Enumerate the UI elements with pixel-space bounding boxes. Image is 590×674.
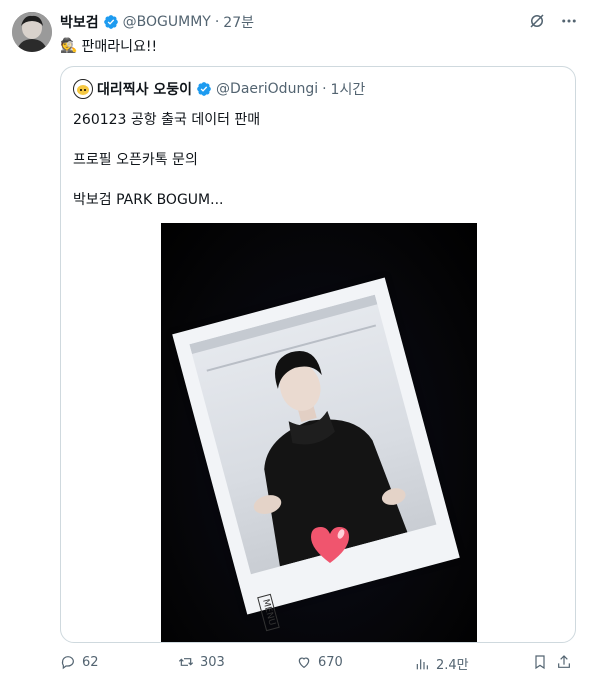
tweet-header: 박보검 @BOGUMMY · 27분 [60, 12, 254, 32]
views-count: 2.4만 [436, 658, 469, 673]
reply-count: 62 [82, 654, 99, 670]
quote-author-name[interactable]: 대리찍사 오둥이 [97, 79, 192, 99]
top-actions [528, 12, 578, 34]
menu-label: MENU [257, 593, 280, 631]
quote-header: 대리찍사 오둥이 @DaeriOdungi · 1시간 [73, 79, 365, 99]
quoted-tweet[interactable]: 대리찍사 오둥이 @DaeriOdungi · 1시간 260123 공항 출국… [60, 66, 576, 643]
share-button[interactable] [556, 654, 572, 670]
retweet-icon [178, 658, 194, 666]
like-icon [298, 657, 310, 669]
tweet-body: 판매라니요!! [81, 39, 158, 55]
tweet-text: 🕵 판매라니요!! [60, 36, 157, 56]
reply-button[interactable]: 62 [60, 654, 99, 670]
heart-sticker [311, 527, 349, 563]
verified-badge-icon [197, 82, 211, 96]
quote-line-2: 프로필 오픈카톡 문의 [73, 152, 198, 168]
separator-dot: · [322, 81, 327, 97]
quote-avatar[interactable] [73, 79, 93, 99]
detective-emoji: 🕵 [60, 38, 78, 54]
more-icon[interactable] [560, 12, 578, 34]
share-icon [558, 655, 570, 668]
author-handle[interactable]: @BOGUMMY [123, 14, 211, 30]
separator-dot: · [214, 14, 220, 30]
retweet-count: 303 [200, 654, 225, 670]
action-bar: 62 303 670 2.4만 [60, 654, 576, 674]
grok-icon[interactable] [528, 12, 546, 34]
avatar-photo [12, 12, 52, 52]
quote-line-3: 박보검 PARK BOGUM... [73, 192, 224, 208]
reply-icon [61, 656, 74, 670]
like-button[interactable]: 670 [296, 654, 343, 670]
tweet-time[interactable]: 27분 [223, 12, 254, 32]
views-icon [416, 658, 428, 669]
quote-author-handle[interactable]: @DaeriOdungi [216, 81, 318, 97]
author-name[interactable]: 박보검 [60, 12, 99, 32]
verified-badge-icon [103, 15, 118, 29]
bookmark-button[interactable] [532, 654, 548, 670]
quote-time[interactable]: 1시간 [331, 79, 366, 99]
like-count: 670 [318, 654, 343, 670]
author-avatar[interactable] [12, 12, 52, 52]
retweet-button[interactable]: 303 [178, 654, 225, 670]
bookmark-icon [535, 655, 545, 670]
quote-line-1: 260123 공항 출국 데이터 판매 [73, 112, 261, 128]
quote-media-image[interactable]: MENU [161, 223, 477, 642]
views-button[interactable]: 2.4만 [414, 654, 469, 673]
